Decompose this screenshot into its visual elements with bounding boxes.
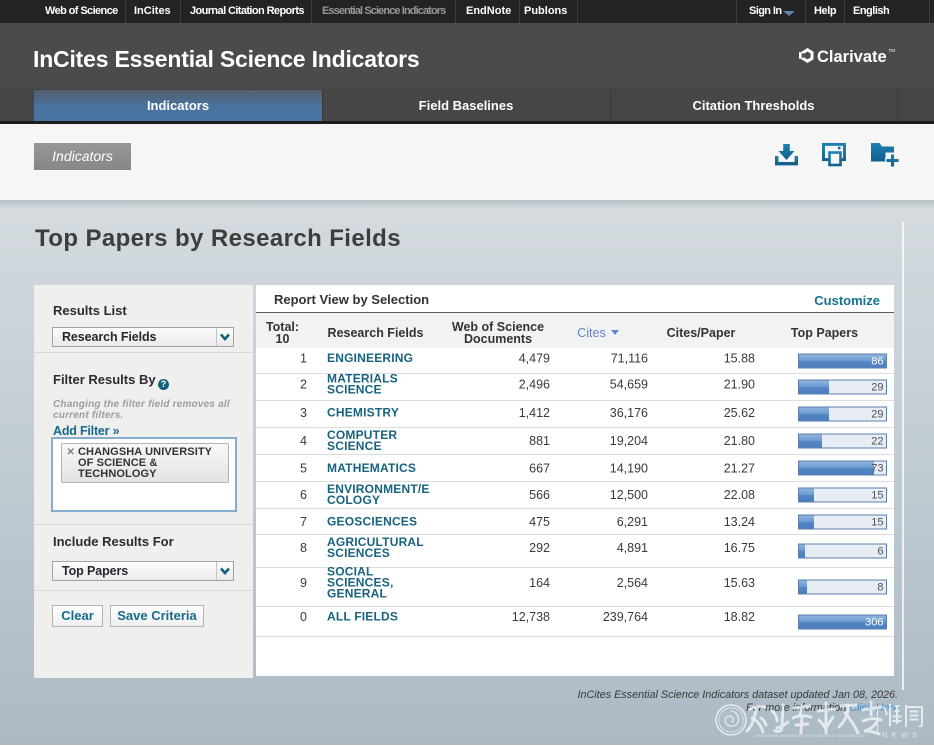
svg-text:TM: TM [889,48,896,53]
svg-text:NEWS: NEWS [882,731,921,740]
svg-text:CHANGSHA UNIVERSITY OF SCIENCE: CHANGSHA UNIVERSITY OF SCIENCE & TECHNOL… [755,733,865,738]
svg-text:Clarivate: Clarivate [817,48,887,66]
